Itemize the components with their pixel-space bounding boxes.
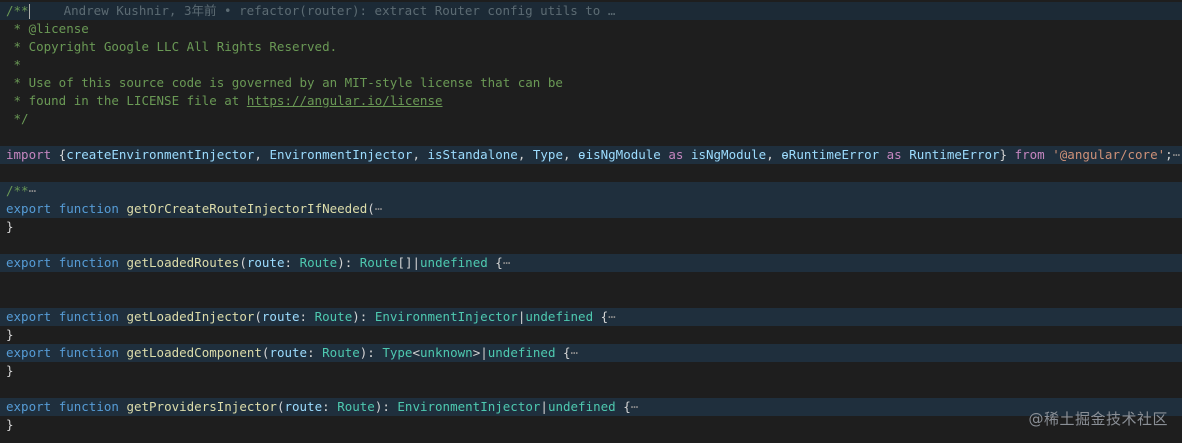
code-line[interactable]: } [0,362,1182,380]
code-line-empty[interactable] [0,236,1182,254]
param-type: Route [299,255,338,270]
code-line-function[interactable]: export function getLoadedInjector(route:… [0,308,1182,326]
param-name: route [269,345,308,360]
function-keyword: function [58,201,119,216]
watermark: @稀土掘金技术社区 [1028,410,1168,428]
import-name: isStandalone [427,147,518,162]
fold-ellipsis-icon[interactable]: ⋯ [375,201,383,216]
license-link[interactable]: https://angular.io/license [247,93,443,108]
return-type: Route [359,255,398,270]
param-type: Route [337,399,375,414]
code-line[interactable]: * @license [0,20,1182,38]
import-name: EnvironmentInjector [269,147,413,162]
import-keyword: import [6,147,52,162]
code-line[interactable]: * Copyright Google LLC All Rights Reserv… [0,38,1182,56]
return-type: Type [382,345,413,360]
function-name: getLoadedInjector [126,309,255,324]
code-line[interactable]: * Use of this source code is governed by… [0,74,1182,92]
function-name: getLoadedComponent [126,345,262,360]
code-line-empty[interactable] [0,164,1182,182]
code-line[interactable]: */ [0,110,1182,128]
function-keyword: function [58,345,119,360]
import-name: createEnvironmentInjector [66,147,255,162]
return-type: EnvironmentInjector [374,309,518,324]
comment-open: /** [6,3,29,18]
fold-ellipsis-icon[interactable]: ⋯ [631,399,639,414]
code-line-empty[interactable] [0,128,1182,146]
function-keyword: function [58,255,119,270]
code-line[interactable]: /** Andrew Kushnir, 3年前 • refactor(router… [0,2,1182,20]
export-keyword: export [6,399,52,414]
code-line-function[interactable]: export function getProvidersInjector(rou… [0,398,1182,416]
export-keyword: export [6,345,52,360]
code-line[interactable]: } [0,326,1182,344]
from-keyword: from [1014,147,1045,162]
code-line-function[interactable]: export function getLoadedComponent(route… [0,344,1182,362]
module-string: '@angular/core' [1052,147,1166,162]
code-line-empty[interactable] [0,290,1182,308]
comment-license-tag: * @license [6,21,89,36]
comment-blank: * [6,57,22,72]
code-editor[interactable]: /** Andrew Kushnir, 3年前 • refactor(router… [0,2,1182,434]
generic-type: unknown [420,345,473,360]
param-type: Route [314,309,353,324]
code-line-folded-doc[interactable]: /**⋯ [0,182,1182,200]
export-keyword: export [6,201,52,216]
code-line[interactable]: * [0,56,1182,74]
import-alias: isNgModule [690,147,767,162]
code-line[interactable]: } [0,416,1182,434]
comment-copyright: * Copyright Google LLC All Rights Reserv… [6,39,338,54]
code-line[interactable]: } [0,218,1182,236]
import-name: Type [532,147,563,162]
export-keyword: export [6,309,52,324]
import-name: ɵRuntimeError [781,147,880,162]
param-type: Route [322,345,360,360]
git-blame-annotation[interactable]: Andrew Kushnir, 3年前 • refactor(router): … [30,3,616,18]
fold-ellipsis-icon[interactable]: ⋯ [29,183,37,198]
import-alias: RuntimeError [909,147,1000,162]
undefined-type: undefined [547,399,616,414]
function-name: getProvidersInjector [126,399,277,414]
function-keyword: function [58,399,119,414]
fold-ellipsis-icon[interactable]: ⋯ [571,345,579,360]
import-name: ɵisNgModule [578,147,661,162]
comment-found: * found in the LICENSE file at [6,93,247,108]
code-line-import[interactable]: import {createEnvironmentInjector, Envir… [0,146,1182,164]
undefined-type: undefined [487,345,556,360]
function-keyword: function [58,309,119,324]
fold-ellipsis-icon[interactable]: ⋯ [608,309,616,324]
export-keyword: export [6,255,52,270]
code-line-function[interactable]: export function getLoadedRoutes(route: R… [0,254,1182,272]
param-name: route [261,309,300,324]
code-line-function[interactable]: export function getOrCreateRouteInjector… [0,200,1182,218]
fold-ellipsis-icon[interactable]: ⋯ [1173,147,1181,162]
code-line[interactable]: * found in the LICENSE file at https://a… [0,92,1182,110]
code-line-empty[interactable] [0,272,1182,290]
undefined-type: undefined [525,309,594,324]
code-line-empty[interactable] [0,380,1182,398]
function-name: getLoadedRoutes [126,255,240,270]
undefined-type: undefined [420,255,488,270]
param-name: route [284,399,323,414]
param-name: route [246,255,285,270]
function-name: getOrCreateRouteInjectorIfNeeded [126,201,368,216]
fold-ellipsis-icon[interactable]: ⋯ [503,255,511,270]
comment-use: * Use of this source code is governed by… [6,75,563,90]
return-type: EnvironmentInjector [397,399,541,414]
comment-close: */ [6,111,29,126]
